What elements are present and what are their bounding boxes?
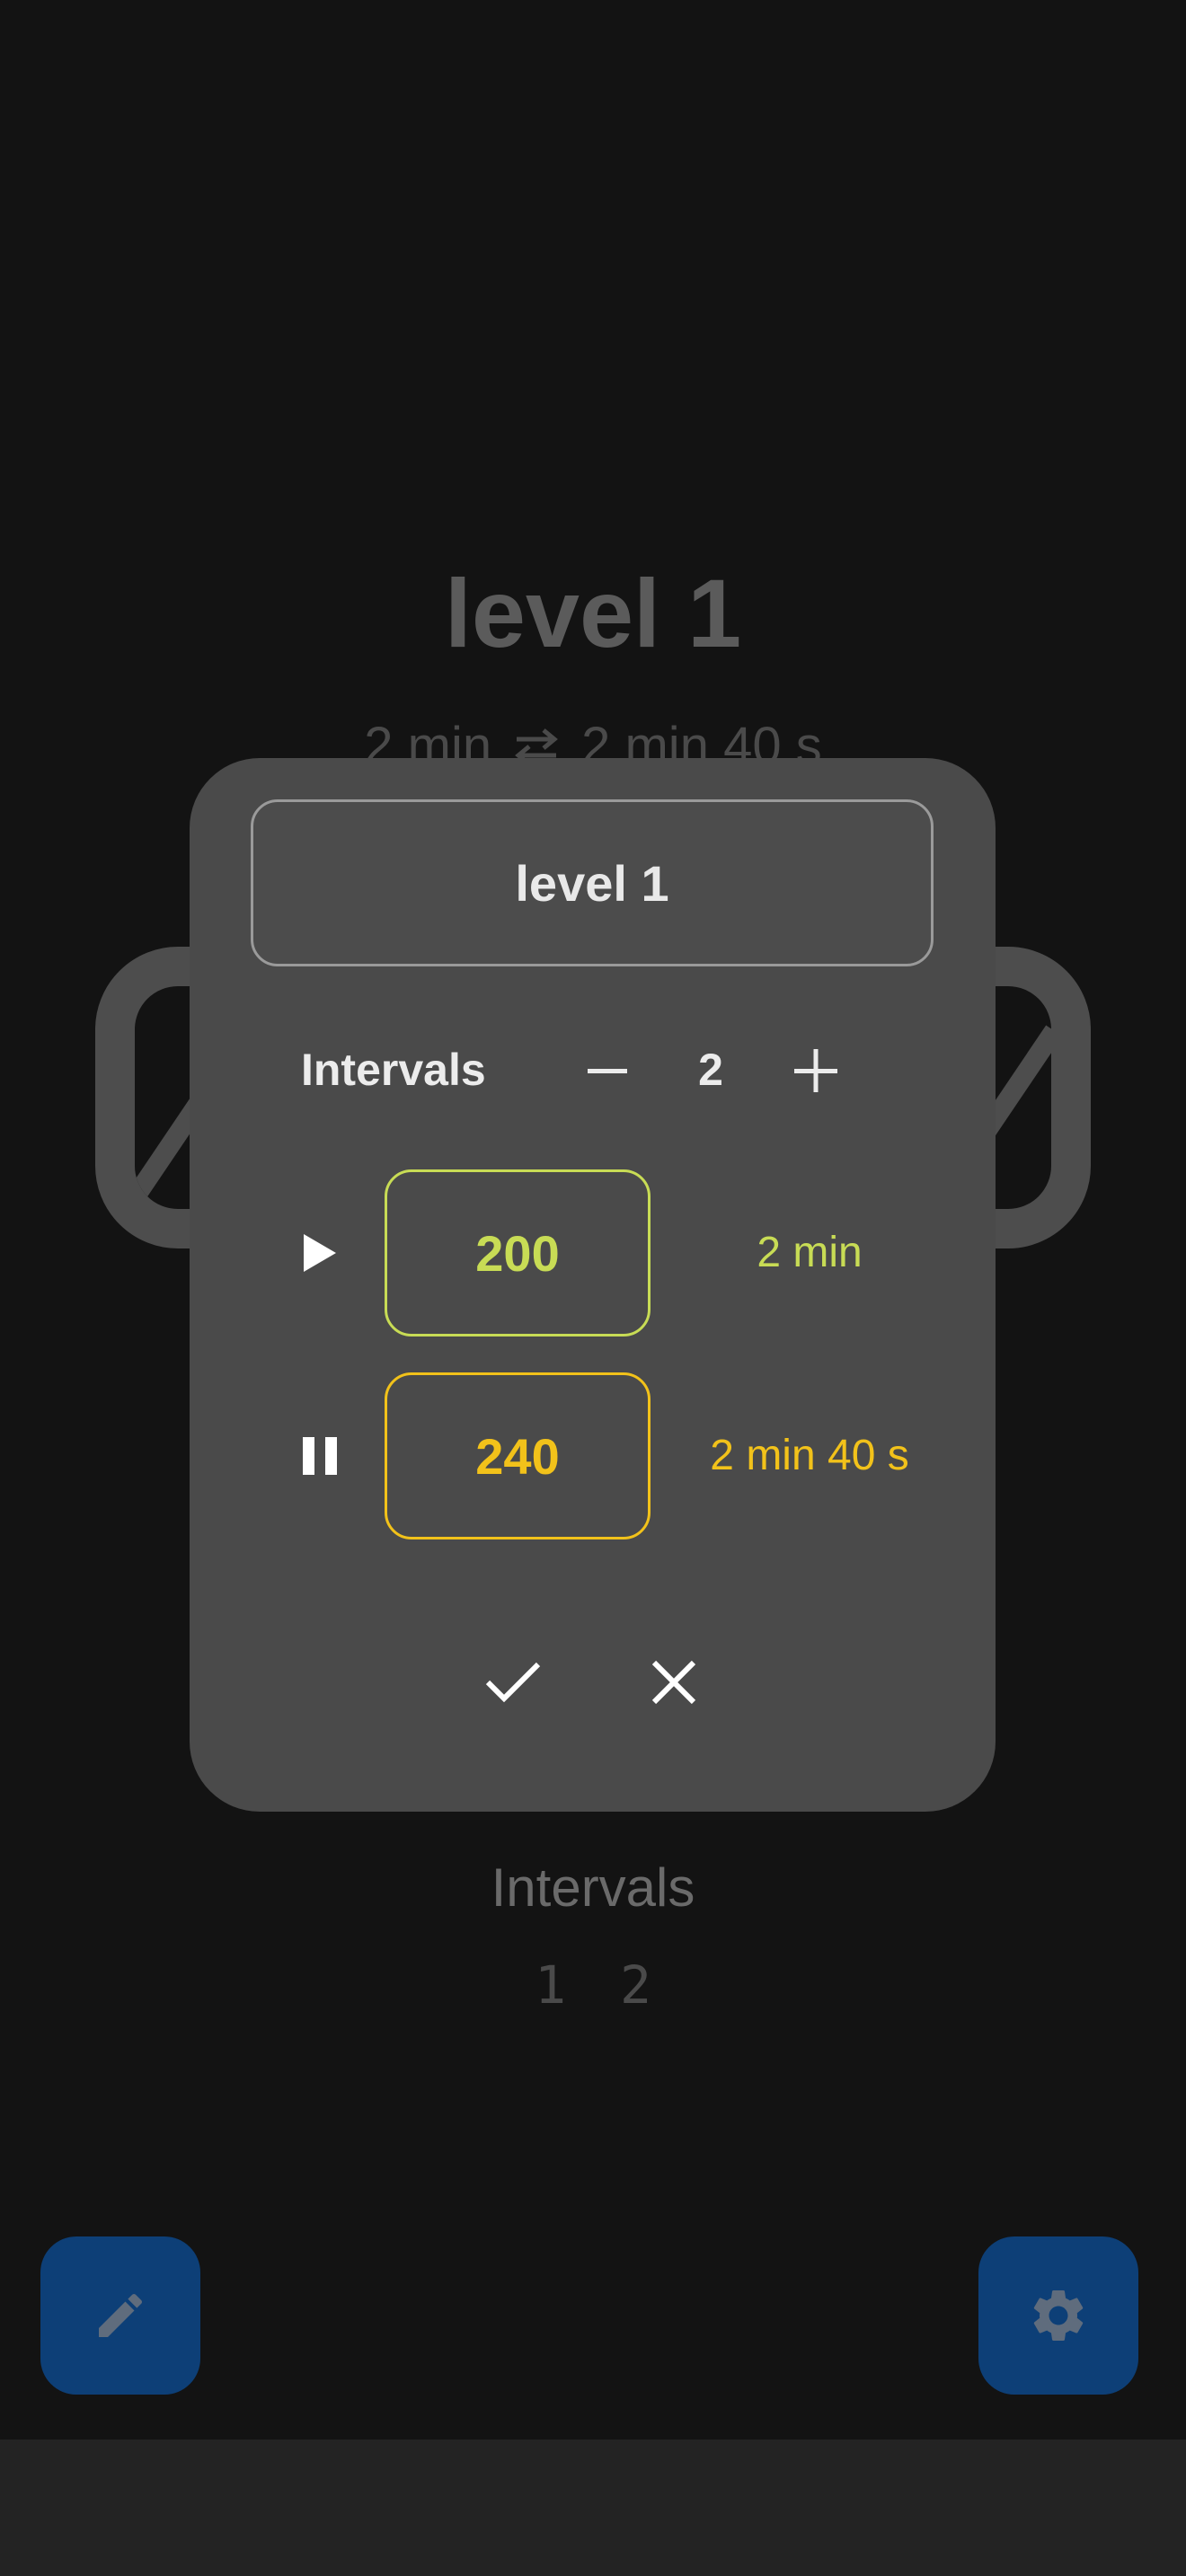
rest-duration-text: 2 min 40 s (710, 1432, 909, 1479)
system-navigation-bar (0, 2439, 1186, 2576)
pencil-icon (92, 2287, 149, 2344)
background-title: level 1 (444, 559, 742, 667)
interval-number[interactable]: 2 (620, 1954, 651, 2016)
edit-button[interactable] (40, 2236, 200, 2395)
close-icon (651, 1659, 697, 1710)
level-name-input[interactable] (251, 799, 934, 966)
confirm-button[interactable] (473, 1644, 553, 1725)
intervals-count: 2 (698, 1045, 723, 1095)
background-interval-numbers: 1 2 (0, 1954, 1186, 2016)
gear-icon (1027, 2284, 1090, 2347)
work-interval-row: 2 min (190, 1169, 996, 1337)
increase-intervals-button[interactable] (775, 1028, 856, 1117)
interval-number[interactable]: 1 (535, 1954, 566, 2016)
background-intervals-label: Intervals (491, 1857, 695, 1918)
play-icon (288, 1222, 351, 1284)
minus-icon (586, 1049, 629, 1097)
cancel-button[interactable] (633, 1644, 714, 1725)
rest-interval-row: 2 min 40 s (190, 1372, 996, 1539)
plus-icon (792, 1047, 839, 1098)
pause-icon (288, 1425, 351, 1487)
work-duration-text: 2 min (757, 1229, 863, 1276)
rest-duration-input[interactable] (385, 1372, 651, 1539)
check-icon (484, 1659, 542, 1710)
decrease-intervals-button[interactable] (567, 1028, 648, 1117)
work-duration-input[interactable] (385, 1169, 651, 1337)
edit-level-dialog: Intervals 2 2 min (190, 758, 996, 1812)
settings-button[interactable] (978, 2236, 1138, 2395)
intervals-stepper-row: Intervals 2 (190, 1028, 996, 1117)
intervals-label: Intervals (301, 1045, 486, 1095)
